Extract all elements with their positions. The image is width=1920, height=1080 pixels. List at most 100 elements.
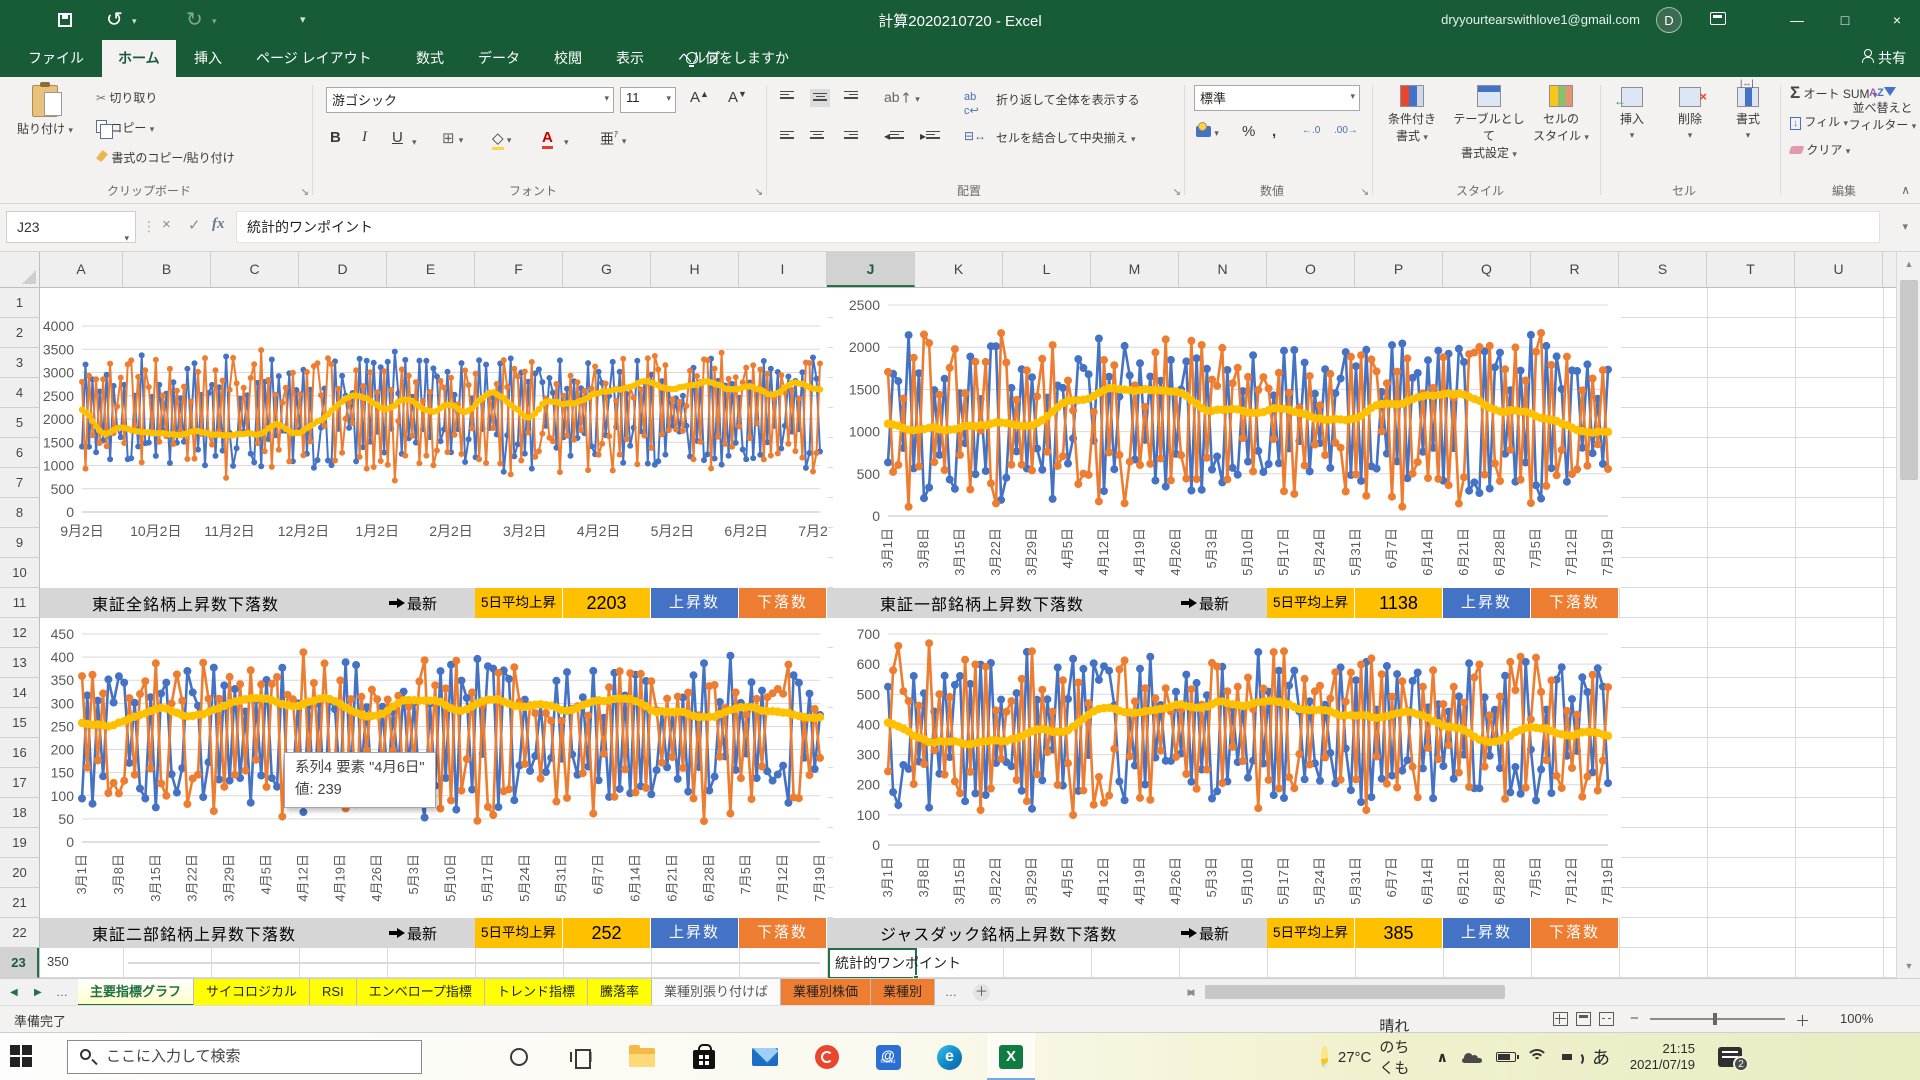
decrease-decimal-button[interactable]: .00→ [1334, 125, 1358, 136]
cortana-icon[interactable] [495, 1033, 543, 1080]
row-header-22[interactable]: 22 [0, 918, 39, 948]
align-top-icon[interactable] [780, 89, 794, 103]
row-header-12[interactable]: 12 [0, 618, 39, 648]
format-cells-button[interactable]: |↔| 書式▾ [1722, 87, 1774, 141]
enter-icon[interactable]: ✓ [188, 216, 201, 234]
row-header-4[interactable]: 4 [0, 378, 39, 408]
sort-filter-button[interactable]: AZ 並べ替えとフィルター ▾ [1845, 85, 1920, 133]
grow-font-button[interactable]: A▲ [690, 89, 709, 106]
ribbon-tab-2[interactable]: 挿入 [178, 40, 238, 77]
column-header-E[interactable]: E [387, 252, 475, 287]
clipboard-dialog-launcher-icon[interactable]: ↘ [301, 187, 309, 198]
zoom-out-icon[interactable]: − [1630, 1010, 1639, 1027]
sheet-nav-left-icon[interactable]: ◀ [10, 979, 18, 1006]
font-color-button[interactable]: A [542, 129, 553, 149]
horizontal-scrollbar[interactable]: ◀ ▶ [1179, 983, 1890, 1001]
ribbon-tab-5[interactable]: データ [462, 40, 536, 77]
column-header-C[interactable]: C [211, 252, 299, 287]
start-button[interactable] [10, 1045, 34, 1069]
zoom-in-icon[interactable]: ＋ [1795, 1010, 1810, 1031]
font-dialog-launcher-icon[interactable]: ↘ [755, 187, 763, 198]
wrap-text-label[interactable]: 折り返して全体を表示する [996, 91, 1140, 108]
row-header-3[interactable]: 3 [0, 348, 39, 378]
store-icon[interactable] [680, 1033, 728, 1080]
column-header-D[interactable]: D [299, 252, 387, 287]
fill-button[interactable]: ↓ フィル ▾ [1790, 113, 1848, 130]
comma-style-button[interactable]: , [1272, 123, 1276, 140]
weather-widget[interactable]: 27°C 晴れのちくもり [1321, 1033, 1410, 1080]
scroll-up-icon[interactable]: ▲ [1897, 252, 1920, 276]
account-email[interactable]: dryyourtearswithlove1@gmail.com [1441, 12, 1640, 27]
column-header-F[interactable]: F [475, 252, 563, 287]
row-header-16[interactable]: 16 [0, 738, 39, 768]
number-dialog-launcher-icon[interactable]: ↘ [1361, 187, 1369, 198]
volume-icon[interactable] [1562, 1033, 1580, 1080]
column-header-J[interactable]: J [827, 252, 915, 287]
bold-button[interactable]: B [330, 129, 341, 146]
column-header-N[interactable]: N [1179, 252, 1267, 287]
scroll-right-icon[interactable]: ▶ [1179, 983, 1203, 1001]
red-app-icon[interactable] [803, 1033, 851, 1080]
merge-center-icon[interactable]: ⊟↔ [964, 129, 986, 143]
align-middle-icon[interactable] [810, 89, 830, 107]
column-header-O[interactable]: O [1267, 252, 1355, 287]
cell-styles-button[interactable]: セルのスタイル ▾ [1530, 85, 1592, 144]
fill-handle[interactable] [913, 975, 919, 978]
sheet-tab-1[interactable]: 主要指標グラフ [78, 979, 194, 1006]
active-cell-j23[interactable]: 統計的ワンポイント [828, 948, 917, 978]
column-header-T[interactable]: T [1707, 252, 1795, 287]
font-name-combo[interactable]: 游ゴシック▾ [326, 87, 614, 113]
sheet-tab-7[interactable]: 業種別張り付けば [652, 979, 781, 1006]
zoom-slider-thumb[interactable] [1713, 1013, 1717, 1025]
maximize-button[interactable]: □ [1822, 0, 1868, 40]
merge-center-button[interactable]: セルを結合して中央揃え ▾ [996, 129, 1136, 146]
align-left-icon[interactable] [780, 129, 794, 143]
wifi-icon[interactable] [1526, 1033, 1548, 1080]
taskbar-search-input[interactable]: ここに入力して検索 [67, 1040, 422, 1074]
number-format-combo[interactable]: 標準▾ [1194, 85, 1360, 111]
sheet-nav-overflow-left[interactable]: … [56, 979, 68, 1006]
ribbon-tab-1[interactable]: ホーム [102, 40, 176, 77]
row-header-13[interactable]: 13 [0, 648, 39, 678]
align-bottom-icon[interactable] [844, 89, 858, 103]
ribbon-tab-3[interactable]: ページ レイアウト [240, 40, 388, 77]
row-header-1[interactable]: 1 [0, 288, 39, 318]
edge-icon[interactable]: e [926, 1033, 974, 1080]
row-header-20[interactable]: 20 [0, 858, 39, 888]
row-header-2[interactable]: 2 [0, 318, 39, 348]
underline-button[interactable]: U [392, 129, 403, 146]
alignment-dialog-launcher-icon[interactable]: ↘ [1173, 187, 1181, 198]
cancel-icon[interactable]: × [162, 216, 171, 233]
currency-format-button[interactable]: ▾ [1196, 125, 1219, 139]
chart-4[interactable]: 01002003004005006007003月1日3月8日3月15日3月22日… [833, 618, 1621, 918]
sheet-nav-right-icon[interactable]: ▶ [34, 979, 42, 1006]
increase-indent-icon[interactable]: ▸ [920, 129, 940, 143]
vertical-scrollbar[interactable]: ▲ ▼ [1896, 252, 1920, 978]
sheet-tab-6[interactable]: 騰落率 [588, 979, 652, 1006]
ime-indicator[interactable]: あ [1592, 1033, 1610, 1080]
format-painter-button[interactable]: 書式のコピー/貼り付け [96, 149, 235, 166]
column-header-I[interactable]: I [739, 252, 827, 287]
format-as-table-button[interactable]: テーブルとして書式設定 ▾ [1450, 85, 1528, 161]
formula-bar-expand-icon[interactable]: ▾ [1902, 220, 1908, 233]
sheet-tab-4[interactable]: エンベロープ指標 [357, 979, 485, 1006]
share-button[interactable]: 共有 [1862, 40, 1906, 77]
sheet-tab-9[interactable]: 業種別 [871, 979, 935, 1006]
page-layout-view-icon[interactable] [1576, 1012, 1591, 1026]
collapse-ribbon-icon[interactable]: ∧ [1901, 183, 1910, 197]
column-header-L[interactable]: L [1003, 252, 1091, 287]
sheet-tab-3[interactable]: RSI [310, 979, 357, 1006]
sheet-nav-overflow-right[interactable]: … [945, 979, 957, 1006]
vertical-scroll-thumb[interactable] [1900, 280, 1918, 480]
column-header-G[interactable]: G [563, 252, 651, 287]
mail-icon[interactable] [741, 1033, 789, 1080]
ribbon-display-options-icon[interactable] [1710, 12, 1726, 25]
row-header-9[interactable]: 9 [0, 528, 39, 558]
new-sheet-button[interactable]: ＋ [973, 984, 990, 1001]
row-header-15[interactable]: 15 [0, 708, 39, 738]
column-header-Q[interactable]: Q [1443, 252, 1531, 287]
phonetic-guide-button[interactable]: 亜ｱ ▾ [600, 129, 626, 149]
close-button[interactable]: × [1874, 0, 1920, 40]
row-header-19[interactable]: 19 [0, 828, 39, 858]
row-header-17[interactable]: 17 [0, 768, 39, 798]
